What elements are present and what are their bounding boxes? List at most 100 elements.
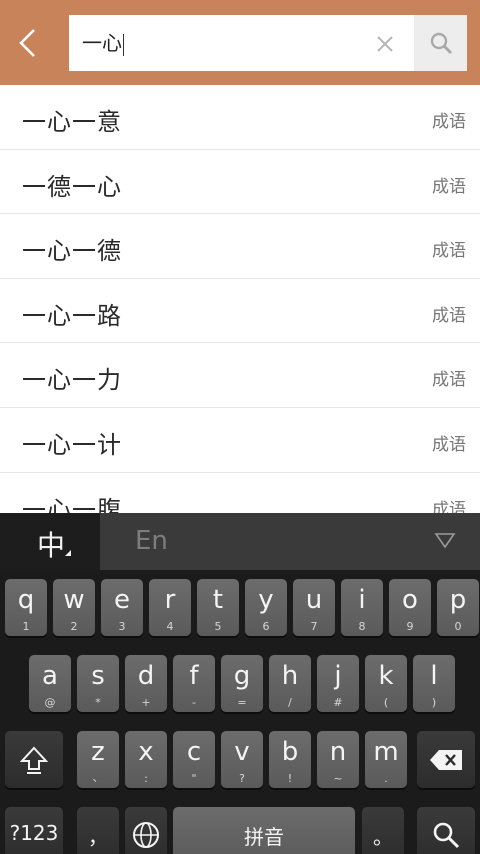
- key-e[interactable]: e3: [101, 579, 143, 636]
- numbers-key[interactable]: ?123: [5, 807, 63, 854]
- delete-key[interactable]: [417, 731, 475, 788]
- key-symbol: /: [288, 696, 292, 709]
- key-p[interactable]: p0: [437, 579, 479, 636]
- search-key[interactable]: [417, 807, 475, 854]
- result-word: 一心一意: [22, 108, 122, 136]
- result-word: 一德一心: [22, 172, 122, 201]
- key-symbol: =: [237, 696, 247, 709]
- search-icon: [433, 822, 460, 849]
- key-c[interactable]: c ": [173, 731, 215, 788]
- search-input[interactable]: 一心: [69, 15, 414, 71]
- key-symbol: 1: [22, 620, 30, 633]
- key-letter: w: [63, 585, 85, 615]
- key-y[interactable]: y6: [245, 579, 287, 636]
- key-letter: v: [234, 737, 250, 767]
- result-row[interactable]: 一心一计 成语: [0, 408, 480, 473]
- search-header: 一心: [0, 0, 480, 85]
- key-symbol: 9: [406, 620, 414, 633]
- clear-button[interactable]: [372, 31, 398, 57]
- key-letter: e: [114, 585, 130, 615]
- text-cursor: [123, 33, 124, 56]
- soft-keyboard: 中 En q 1 w 2 e 3 r 4 t 5 y 6 u 7 i 8 o 9 p 0 a @ s * d + f - g = h / j # k…: [0, 513, 480, 854]
- result-row[interactable]: 一心一路 成语: [0, 279, 480, 344]
- key-h[interactable]: h /: [269, 655, 311, 712]
- collapse-keyboard-icon[interactable]: [434, 531, 456, 549]
- key-symbol: @: [44, 696, 56, 709]
- result-type-label: 成语: [432, 499, 466, 513]
- key-g[interactable]: g =: [221, 655, 263, 712]
- key-s[interactable]: s *: [77, 655, 119, 712]
- key-letter: k: [378, 661, 394, 691]
- search-icon: [430, 32, 453, 55]
- numbers-key-label: ?123: [9, 821, 59, 845]
- key-symbol: 7: [310, 620, 318, 633]
- result-type-label: 成语: [432, 241, 466, 262]
- key-v[interactable]: v?: [221, 731, 263, 788]
- key-letter: s: [91, 661, 105, 691]
- result-row[interactable]: 一心一德 成语: [0, 214, 480, 279]
- key-a[interactable]: a @: [29, 655, 71, 712]
- key-b[interactable]: b!: [269, 731, 311, 788]
- key-letter: c: [186, 737, 202, 767]
- close-icon: [377, 36, 393, 52]
- key-letter: y: [258, 585, 274, 615]
- language-key[interactable]: [125, 807, 167, 854]
- keyboard-toolbar: 中 En: [0, 513, 480, 570]
- comma-key-label: ，: [88, 825, 108, 849]
- key-letter: u: [305, 585, 323, 615]
- key-r[interactable]: r4: [149, 579, 191, 636]
- key-letter: t: [212, 585, 224, 615]
- english-mode-button[interactable]: En: [135, 526, 168, 556]
- key-o[interactable]: o9: [389, 579, 431, 636]
- key-n[interactable]: n ~: [317, 731, 359, 788]
- search-button[interactable]: [414, 15, 467, 71]
- key-symbol: (: [383, 696, 389, 709]
- key-letter: r: [164, 585, 176, 615]
- result-row[interactable]: 一心一意 成语: [0, 85, 480, 150]
- key-t[interactable]: t5: [197, 579, 239, 636]
- result-type-label: 成语: [432, 370, 466, 391]
- result-type-label: 成语: [432, 112, 466, 132]
- key-w[interactable]: w2: [53, 579, 95, 636]
- key-f[interactable]: f-: [173, 655, 215, 712]
- key-z[interactable]: z、: [77, 731, 119, 788]
- key-symbol: 8: [358, 620, 366, 633]
- key-letter: l: [430, 661, 438, 691]
- result-type-label: 成语: [432, 434, 466, 455]
- key-letter: o: [402, 585, 418, 615]
- corner-indicator-icon: [65, 550, 71, 556]
- result-word: 一心一腹: [22, 495, 122, 513]
- key-symbol: 0: [454, 620, 462, 633]
- key-symbol: +: [141, 696, 151, 709]
- space-key[interactable]: 拼音: [173, 807, 355, 854]
- key-symbol: 、: [92, 771, 104, 784]
- key-letter: h: [281, 661, 299, 691]
- key-k[interactable]: k(: [365, 655, 407, 712]
- key-q[interactable]: q1: [5, 579, 47, 636]
- key-i[interactable]: i8: [341, 579, 383, 636]
- result-row[interactable]: 一心一腹 成语: [0, 473, 480, 513]
- key-l[interactable]: l): [413, 655, 455, 712]
- key-d[interactable]: d +: [125, 655, 167, 712]
- key-x[interactable]: x:: [125, 731, 167, 788]
- key-symbol: #: [333, 696, 343, 709]
- result-row[interactable]: 一德一心 成语: [0, 150, 480, 215]
- shift-key[interactable]: [5, 731, 63, 788]
- key-letter: g: [233, 661, 251, 691]
- key-m[interactable]: m.: [365, 731, 407, 788]
- key-u[interactable]: u7: [293, 579, 335, 636]
- result-row[interactable]: 一心一力 成语: [0, 343, 480, 408]
- period-key[interactable]: 。: [362, 807, 404, 854]
- key-letter: i: [358, 585, 366, 615]
- key-j[interactable]: j #: [317, 655, 359, 712]
- shift-icon: [19, 746, 49, 774]
- chinese-mode-button[interactable]: 中: [0, 513, 100, 570]
- key-symbol: -: [192, 696, 196, 709]
- result-type-label: 成语: [432, 176, 466, 197]
- comma-key[interactable]: ，: [77, 807, 119, 854]
- key-letter: f: [189, 661, 199, 691]
- key-letter: z: [91, 737, 105, 767]
- result-word: 一心一力: [22, 366, 122, 395]
- back-button[interactable]: [0, 0, 58, 85]
- key-letter: d: [137, 661, 155, 691]
